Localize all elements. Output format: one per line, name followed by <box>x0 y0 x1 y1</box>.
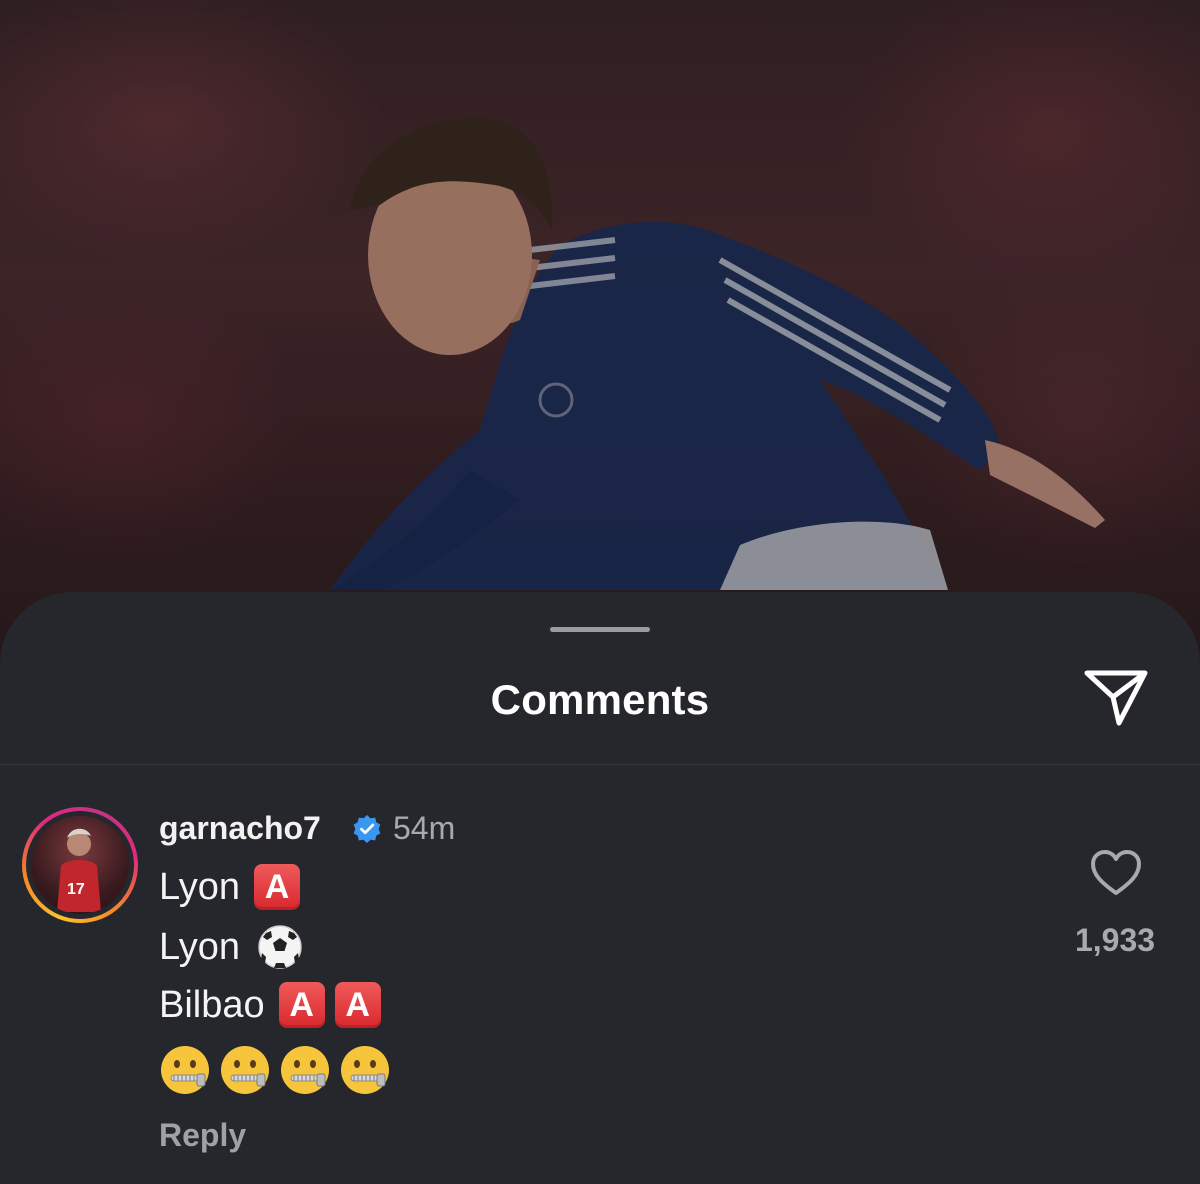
verified-badge-icon <box>353 815 381 843</box>
sheet-grabber[interactable] <box>550 627 650 632</box>
screen: Comments 17 garnacho7 54m Lyon A Lyon Bi… <box>0 0 1200 1184</box>
heart-icon[interactable] <box>1088 847 1144 899</box>
zipper-mouth-emoji <box>161 1046 209 1094</box>
red-a-button-emoji: A <box>334 982 381 1028</box>
comments-sheet: Comments 17 garnacho7 54m Lyon A Lyon Bi… <box>0 592 1200 1184</box>
avatar: 17 <box>31 816 129 914</box>
sheet-divider <box>0 764 1200 765</box>
like-count: 1,933 <box>1074 922 1156 958</box>
comment-line: Bilbao A A <box>159 982 381 1028</box>
soccer-ball-emoji <box>258 925 302 969</box>
red-a-button-emoji: A <box>254 864 300 910</box>
reply-button[interactable]: Reply <box>159 1117 246 1154</box>
story-ring[interactable]: 17 <box>22 807 138 923</box>
send-icon <box>1084 670 1148 726</box>
zipper-mouth-emoji <box>221 1046 269 1094</box>
zipper-mouth-emoji <box>281 1046 329 1094</box>
comment-line-text: Lyon <box>159 925 240 968</box>
avatar-photo: 17 <box>57 828 101 912</box>
post-photo <box>0 0 1200 680</box>
share-button[interactable] <box>1078 664 1154 730</box>
red-a-button-emoji: A <box>278 982 325 1028</box>
comment-time: 54m <box>393 810 456 846</box>
sheet-title: Comments <box>490 676 710 723</box>
comment-line-text: Bilbao <box>159 983 265 1026</box>
comment-username[interactable]: garnacho7 <box>159 810 321 847</box>
comment-line: Lyon A <box>159 864 300 910</box>
comment-line <box>159 1044 399 1096</box>
jersey-number: 17 <box>67 881 85 898</box>
comment-line-text: Lyon <box>159 865 240 908</box>
comment-line: Lyon <box>159 923 304 971</box>
zipper-mouth-emoji <box>341 1046 389 1094</box>
